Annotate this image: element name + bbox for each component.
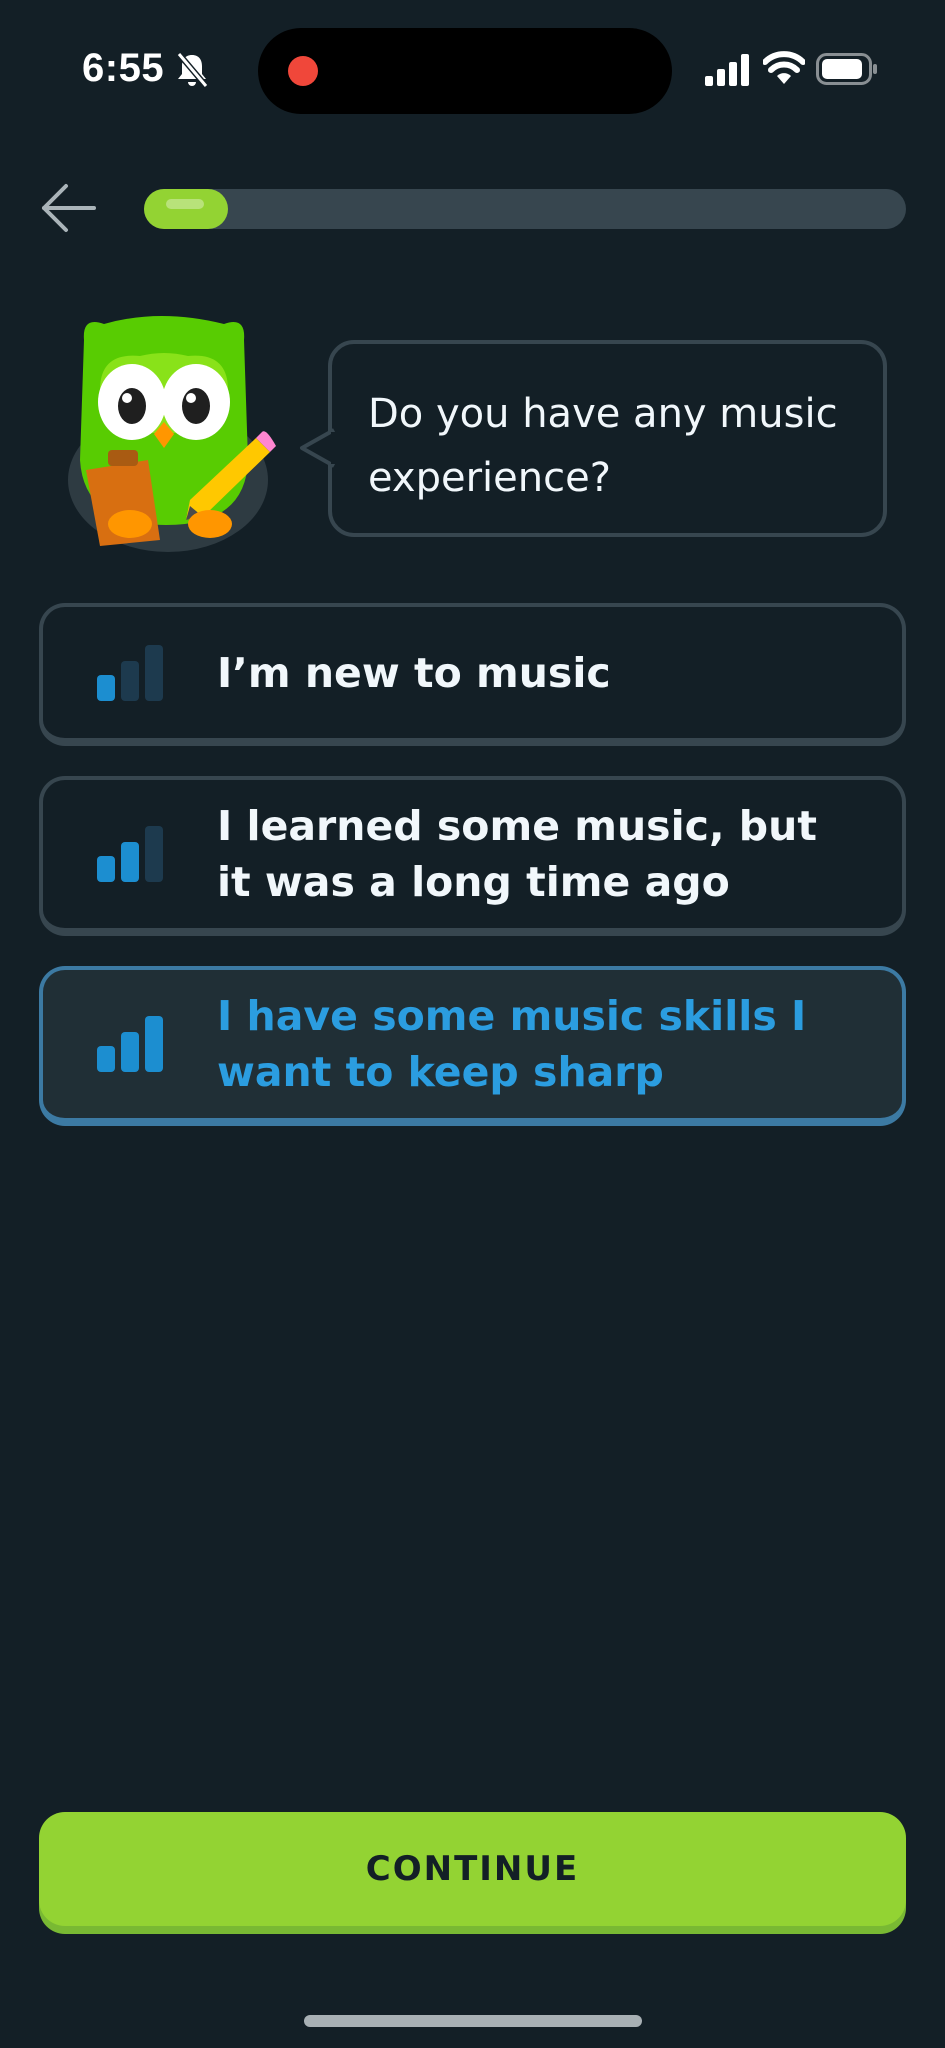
option-keep-sharp[interactable]: I have some music skills I want to keep … (39, 966, 906, 1126)
dynamic-island (258, 28, 672, 114)
continue-button[interactable]: CONTINUE (39, 1812, 906, 1926)
option-label: I learned some music, but it was a long … (217, 802, 817, 906)
level-bars-icon (97, 644, 163, 701)
status-time: 6:55 (82, 46, 165, 90)
back-button[interactable] (36, 180, 102, 236)
signal-icon (705, 54, 749, 86)
question-text: Do you have any music experience? (368, 391, 838, 501)
option-label: I have some music skills I want to keep … (217, 992, 807, 1096)
level-bars-icon (97, 1016, 163, 1072)
bubble-tail (300, 428, 336, 468)
recording-indicator-icon (288, 56, 318, 86)
arrow-left-icon (42, 184, 96, 232)
progress-fill (144, 189, 228, 229)
battery-icon (816, 53, 877, 85)
progress-bar (144, 189, 906, 229)
option-new-to-music[interactable]: I’m new to music (39, 603, 906, 746)
continue-label: CONTINUE (365, 1849, 580, 1889)
wifi-icon (763, 51, 805, 84)
level-bars-icon (97, 826, 163, 882)
speech-bubble: Do you have any music experience? (300, 340, 887, 537)
status-bar: 6:55 (0, 0, 945, 140)
owl-mascot-icon (68, 316, 276, 552)
option-label: I’m new to music (217, 648, 611, 697)
home-indicator[interactable] (304, 2015, 642, 2027)
bell-slash-icon (176, 52, 209, 88)
option-learned-long-ago[interactable]: I learned some music, but it was a long … (39, 776, 906, 936)
